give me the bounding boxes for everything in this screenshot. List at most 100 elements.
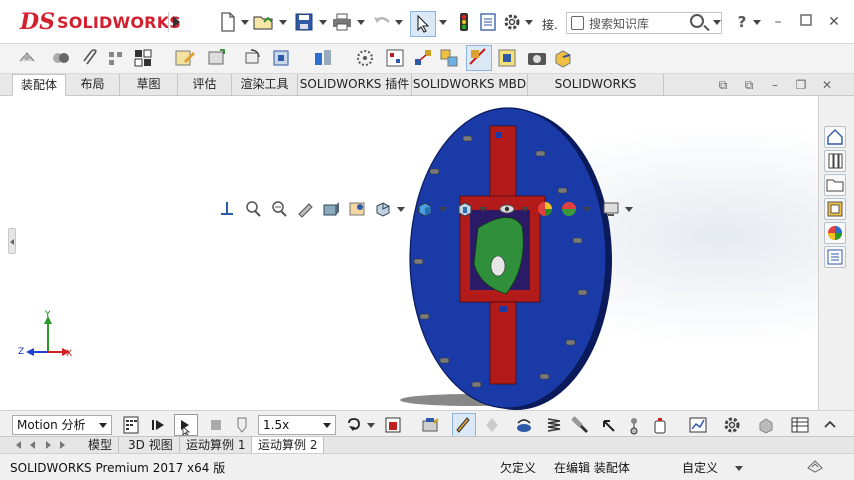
truncated-menu-label[interactable]: 接. xyxy=(542,16,558,33)
select-dropdown[interactable] xyxy=(438,10,448,34)
tab-motion-study-1[interactable]: 运动算例 1 xyxy=(180,437,253,453)
rebuild-status-icon[interactable] xyxy=(806,458,824,474)
minimize-icon[interactable]: – xyxy=(770,14,786,30)
help-icon[interactable]: ? xyxy=(734,14,750,30)
doc-minimize-icon[interactable]: – xyxy=(768,78,782,92)
view-orientation-dropdown[interactable] xyxy=(396,197,406,221)
hide-show-items-icon[interactable] xyxy=(456,200,474,218)
file-properties-icon[interactable] xyxy=(476,10,500,34)
edit-appearance-icon[interactable] xyxy=(536,200,554,218)
assembly-features-icon[interactable] xyxy=(312,47,334,69)
doc-close-icon[interactable]: ✕ xyxy=(820,78,834,92)
spring-icon[interactable] xyxy=(544,415,564,435)
tab-scroll-prev-icon[interactable] xyxy=(30,441,35,449)
view-orientation-cube-icon[interactable] xyxy=(374,200,392,218)
playback-speed-slider-icon[interactable] xyxy=(232,415,252,435)
motor-icon[interactable] xyxy=(514,415,534,435)
motion-table-icon[interactable] xyxy=(790,415,810,435)
collapse-motion-manager-icon[interactable] xyxy=(756,415,776,435)
calculate-icon[interactable] xyxy=(122,415,142,435)
menu-expand-button[interactable] xyxy=(168,12,182,32)
tab-motion-study-2[interactable]: 运动算例 2 xyxy=(252,437,325,453)
play-from-start-icon[interactable] xyxy=(148,415,168,435)
save-animation-icon[interactable] xyxy=(384,415,404,435)
unit-system[interactable]: 自定义 xyxy=(682,459,718,476)
close-icon[interactable]: ✕ xyxy=(826,14,842,30)
display-style-dropdown[interactable] xyxy=(438,197,448,221)
interference-detection-icon[interactable] xyxy=(438,47,460,69)
tab-solidworks-mbd[interactable]: SOLIDWORKS MBD xyxy=(412,74,528,96)
open-dropdown[interactable] xyxy=(278,10,288,34)
apply-scene-dropdown[interactable] xyxy=(582,197,592,221)
doc-restore-icon[interactable]: ❐ xyxy=(794,78,808,92)
print-icon[interactable] xyxy=(330,10,354,34)
search-icon[interactable] xyxy=(690,14,704,28)
smart-fasteners-icon[interactable] xyxy=(132,47,154,69)
playback-speed-select[interactable]: 1.5x xyxy=(258,415,336,435)
edit-component-icon[interactable] xyxy=(174,47,196,69)
zoom-to-area-icon[interactable] xyxy=(270,200,288,218)
tab-solidworks-addins[interactable]: SOLIDWORKS 插件 xyxy=(298,74,412,96)
play-icon[interactable] xyxy=(174,414,198,437)
motion-study-properties-gear-icon[interactable] xyxy=(722,415,742,435)
options-dropdown[interactable] xyxy=(524,10,534,34)
tab-sketch[interactable]: 草图 xyxy=(120,74,178,96)
select-cursor-icon[interactable] xyxy=(410,11,436,37)
new-part-icon[interactable] xyxy=(206,47,228,69)
tab-evaluate[interactable]: 评估 xyxy=(178,74,232,96)
chevron-up-icon[interactable] xyxy=(820,415,840,435)
design-library-icon[interactable] xyxy=(824,150,846,172)
options-gear-icon[interactable] xyxy=(500,10,524,34)
instant3d-icon[interactable] xyxy=(466,45,492,71)
insert-component-icon[interactable] xyxy=(16,47,38,69)
view-palette-icon[interactable] xyxy=(824,198,846,220)
tab-3d-view[interactable]: 3D 视图 xyxy=(122,437,180,453)
print-dropdown[interactable] xyxy=(356,10,366,34)
solidworks-resources-icon[interactable] xyxy=(824,126,846,148)
tab-scroll-first-icon[interactable] xyxy=(16,441,21,449)
zoom-to-fit-icon[interactable] xyxy=(244,200,262,218)
view-settings-icon[interactable] xyxy=(602,200,620,218)
hide-show-icon[interactable] xyxy=(270,47,292,69)
move-component-icon[interactable] xyxy=(242,47,264,69)
study-type-select[interactable]: Motion 分析 xyxy=(12,415,112,435)
rebuild-icon[interactable] xyxy=(452,10,476,34)
solidworks-logo[interactable]: DS SOLIDWORKS xyxy=(20,8,181,36)
tab-layout[interactable]: 布局 xyxy=(66,74,120,96)
eye-dropdown[interactable] xyxy=(520,197,530,221)
linear-pattern-icon[interactable] xyxy=(106,47,128,69)
eye-icon[interactable] xyxy=(498,200,516,218)
display-style-icon[interactable] xyxy=(416,200,434,218)
view-orientation-icon[interactable] xyxy=(218,200,236,218)
tile-right-icon[interactable]: ⧉ xyxy=(742,78,756,92)
undo-icon[interactable] xyxy=(370,10,394,34)
contact-icon[interactable] xyxy=(624,415,644,435)
tab-solidworks-visualize[interactable]: SOLIDWORKS Visualize xyxy=(528,74,664,111)
reference-geometry-icon[interactable] xyxy=(354,47,376,69)
tab-scroll-next-icon[interactable] xyxy=(46,441,51,449)
animation-wizard-icon[interactable] xyxy=(420,415,440,435)
tab-assembly[interactable]: 装配体 xyxy=(12,74,66,96)
playback-mode-icon[interactable] xyxy=(344,415,364,435)
section-view-icon[interactable] xyxy=(322,200,340,218)
save-dropdown[interactable] xyxy=(318,10,328,34)
stop-icon[interactable] xyxy=(206,415,226,435)
appearances-icon[interactable] xyxy=(824,222,846,244)
playback-mode-dropdown[interactable] xyxy=(366,413,376,437)
open-folder-icon[interactable] xyxy=(252,10,276,34)
assembly-model[interactable] xyxy=(0,96,818,410)
results-and-plots-icon[interactable] xyxy=(688,415,708,435)
tile-left-icon[interactable]: ⧉ xyxy=(716,78,730,92)
file-explorer-icon[interactable] xyxy=(824,174,846,196)
search-dropdown[interactable] xyxy=(712,10,722,34)
tab-render-tools[interactable]: 渲染工具 xyxy=(232,74,298,96)
save-icon[interactable] xyxy=(292,10,316,34)
autokey-icon[interactable] xyxy=(452,413,476,437)
previous-view-icon[interactable] xyxy=(296,200,314,218)
paperclip-icon[interactable] xyxy=(80,47,102,69)
exploded-view-icon[interactable] xyxy=(412,47,434,69)
force-icon[interactable] xyxy=(598,415,618,435)
custom-properties-icon[interactable] xyxy=(824,246,846,268)
mate-icon[interactable] xyxy=(50,47,72,69)
speedpak-icon[interactable] xyxy=(552,47,574,69)
